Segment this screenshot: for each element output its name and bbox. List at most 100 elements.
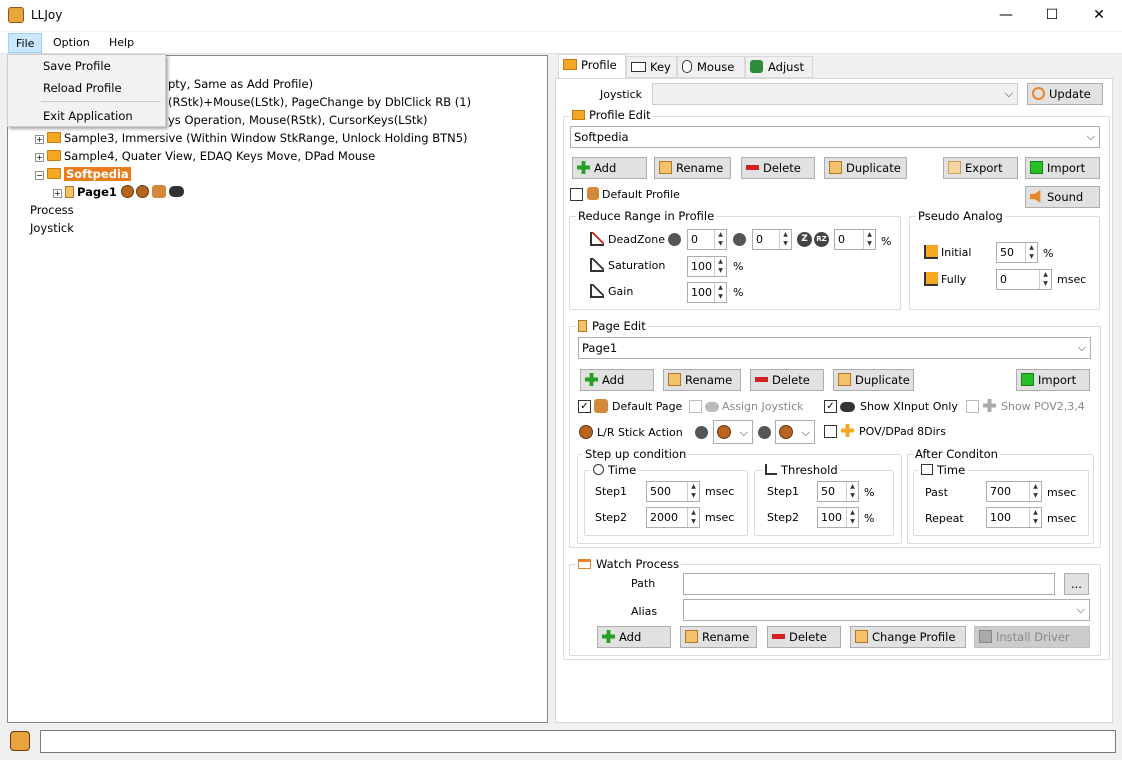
- spinner-icon[interactable]: ▲ ▼: [1029, 482, 1041, 501]
- after-time-title: Time: [919, 463, 968, 477]
- spinner-icon[interactable]: ▲ ▼: [779, 230, 791, 249]
- rename-page-button[interactable]: Rename: [663, 369, 741, 391]
- chevron-down-icon: ⌵: [801, 426, 810, 439]
- menu-item-save-profile[interactable]: Save Profile: [43, 59, 111, 73]
- add-watch-button[interactable]: Add: [597, 626, 671, 648]
- menu-help[interactable]: Help: [102, 33, 141, 53]
- gain-input[interactable]: 100 ▲ ▼: [687, 282, 727, 303]
- tree-node-page1[interactable]: + Page1: [53, 185, 184, 199]
- delete-profile-button[interactable]: Delete: [741, 157, 815, 179]
- import-button[interactable]: Import: [1025, 157, 1100, 179]
- menu-option[interactable]: Option: [46, 33, 97, 53]
- deadzone-input-3[interactable]: 0 ▲ ▼: [834, 229, 876, 250]
- tree-node-sample2[interactable]: (RStk)+Mouse(LStk), PageChange by DblCli…: [168, 95, 471, 109]
- export-button[interactable]: Export: [943, 157, 1018, 179]
- duplicate-page-button[interactable]: Duplicate: [833, 369, 914, 391]
- page-select[interactable]: Page1 ⌵: [578, 337, 1091, 359]
- menu-item-reload-profile[interactable]: Reload Profile: [43, 81, 122, 95]
- tree-node-joystick[interactable]: Joystick: [30, 221, 74, 235]
- button-label: Install Driver: [996, 630, 1070, 644]
- collapse-icon[interactable]: −: [35, 171, 44, 180]
- button-label: Delete: [772, 373, 810, 387]
- browse-button[interactable]: ...: [1064, 573, 1089, 595]
- initial-input[interactable]: 50 ▲ ▼: [996, 242, 1038, 263]
- spinner-icon[interactable]: ▲ ▼: [1039, 270, 1051, 289]
- expand-icon[interactable]: +: [53, 189, 62, 198]
- path-input[interactable]: [683, 573, 1055, 595]
- default-page-label: Default Page: [612, 400, 683, 413]
- show-pov-checkbox[interactable]: [966, 400, 979, 413]
- tab-key[interactable]: Key: [626, 56, 677, 78]
- delete-page-button[interactable]: Delete: [750, 369, 824, 391]
- add-profile-button[interactable]: Add: [572, 157, 647, 179]
- chevron-down-icon: ⌵: [1076, 603, 1085, 616]
- default-profile-checkbox[interactable]: [570, 188, 583, 201]
- spinner-icon[interactable]: ▲ ▼: [1029, 508, 1041, 527]
- tree-node-sample4[interactable]: + Sample4, Quater View, EDAQ Keys Move, D…: [35, 149, 375, 163]
- repeat-input[interactable]: 100 ▲ ▼: [986, 507, 1042, 528]
- spinner-icon[interactable]: ▲ ▼: [687, 482, 699, 501]
- close-button[interactable]: ✕: [1076, 0, 1122, 31]
- profile-select[interactable]: Softpedia ⌵: [570, 126, 1100, 148]
- reduce-range-title: Reduce Range in Profile: [576, 209, 717, 223]
- spinner-icon[interactable]: ▲ ▼: [846, 508, 858, 527]
- tree-node-softpedia[interactable]: − Softpedia: [35, 167, 131, 181]
- spinner-icon[interactable]: ▲ ▼: [863, 230, 875, 249]
- minimize-button[interactable]: —: [983, 0, 1029, 31]
- pov-dpad-checkbox[interactable]: [824, 425, 837, 438]
- right-stick-action-select[interactable]: ⌵: [775, 420, 815, 444]
- tab-label: Adjust: [768, 60, 804, 74]
- change-profile-button[interactable]: Change Profile: [850, 626, 966, 648]
- add-page-button[interactable]: Add: [580, 369, 654, 391]
- expand-icon[interactable]: +: [35, 153, 44, 162]
- past-input[interactable]: 700 ▲ ▼: [986, 481, 1042, 502]
- tree-node-sample1[interactable]: pty, Same as Add Profile): [168, 77, 313, 91]
- profile-tree[interactable]: pty, Same as Add Profile) (RStk)+Mouse(L…: [7, 55, 548, 723]
- tab-label: Profile: [581, 58, 617, 72]
- step1-time-input[interactable]: 500 ▲ ▼: [646, 481, 700, 502]
- tab-profile[interactable]: Profile: [558, 54, 626, 79]
- default-page-checkbox[interactable]: ✓: [578, 400, 591, 413]
- spinner-icon[interactable]: ▲ ▼: [687, 508, 699, 527]
- menu-item-exit[interactable]: Exit Application: [43, 109, 133, 123]
- deadzone-input-1[interactable]: 0 ▲ ▼: [687, 229, 727, 250]
- spinner-icon[interactable]: ▲ ▼: [1025, 243, 1037, 262]
- show-pov-label: Show POV2,3,4: [1001, 400, 1085, 413]
- duplicate-profile-button[interactable]: Duplicate: [824, 157, 907, 179]
- step2-threshold-input[interactable]: 100 ▲ ▼: [817, 507, 859, 528]
- tab-mouse[interactable]: Mouse: [677, 56, 745, 78]
- step1-threshold-input[interactable]: 50 ▲ ▼: [817, 481, 859, 502]
- import-page-button[interactable]: Import: [1016, 369, 1090, 391]
- show-xinput-checkbox[interactable]: ✓: [824, 400, 837, 413]
- delete-watch-button[interactable]: Delete: [767, 626, 841, 648]
- step2-time-input[interactable]: 2000 ▲ ▼: [646, 507, 700, 528]
- saturation-input[interactable]: 100 ▲ ▼: [687, 256, 727, 277]
- joystick-select[interactable]: ⌵: [652, 83, 1018, 105]
- assign-joystick-checkbox[interactable]: [689, 400, 702, 413]
- tab-adjust[interactable]: Adjust: [745, 56, 813, 78]
- tree-node-sample2b[interactable]: ys Operation, Mouse(RStk), CursorKeys(LS…: [168, 113, 428, 127]
- tree-node-sample3[interactable]: + Sample3, Immersive (Within Window StkRa…: [35, 131, 468, 145]
- tree-node-process[interactable]: Process: [30, 203, 74, 217]
- driver-icon: [979, 630, 992, 643]
- fully-input[interactable]: 0 ▲ ▼: [996, 269, 1052, 290]
- spinner-icon[interactable]: ▲ ▼: [714, 257, 726, 276]
- deadzone-input-2[interactable]: 0 ▲ ▼: [752, 229, 792, 250]
- watch-process-title: Watch Process: [576, 557, 682, 571]
- input-value: 700: [990, 485, 1011, 498]
- install-driver-button[interactable]: Install Driver: [974, 626, 1090, 648]
- alias-select[interactable]: ⌵: [683, 599, 1090, 621]
- sound-button[interactable]: Sound: [1025, 186, 1100, 208]
- left-stick-action-select[interactable]: ⌵: [713, 420, 753, 444]
- group-title: Time: [937, 463, 966, 477]
- menu-file[interactable]: File: [8, 33, 43, 53]
- rename-profile-button[interactable]: Rename: [654, 157, 731, 179]
- rename-watch-button[interactable]: Rename: [680, 626, 757, 648]
- spinner-icon[interactable]: ▲ ▼: [714, 283, 726, 302]
- title-bar: [0, 0, 1122, 31]
- expand-icon[interactable]: +: [35, 135, 44, 144]
- update-button[interactable]: Update: [1027, 83, 1103, 105]
- spinner-icon[interactable]: ▲ ▼: [846, 482, 858, 501]
- maximize-button[interactable]: ☐: [1029, 0, 1075, 31]
- spinner-icon[interactable]: ▲ ▼: [714, 230, 726, 249]
